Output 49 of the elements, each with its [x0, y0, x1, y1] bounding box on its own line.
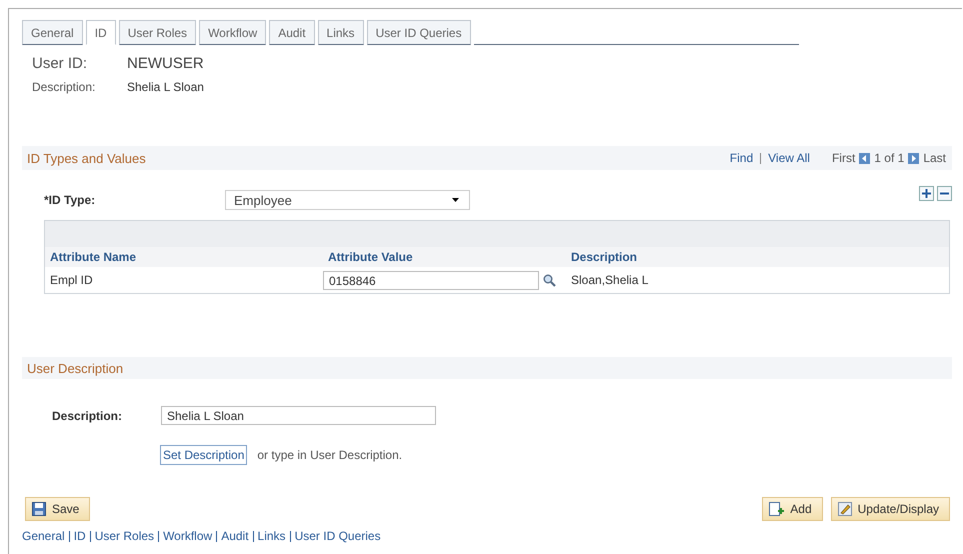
previous-icon	[859, 152, 870, 164]
add-button[interactable]: Add	[762, 497, 823, 521]
plus-icon	[922, 188, 931, 198]
field-label: *ID Type:	[44, 193, 96, 207]
tab[interactable]: ID	[86, 20, 116, 45]
field-label: User ID:	[32, 55, 88, 72]
tab[interactable]: Links	[318, 20, 364, 45]
tab[interactable]: General	[22, 20, 83, 45]
update-display-button[interactable]: Update/Display	[830, 497, 950, 521]
section-title: User Description	[27, 360, 124, 376]
id-type-dropdown[interactable]: Employee	[225, 190, 470, 210]
delete-row-button[interactable]	[937, 186, 952, 200]
pencil-icon	[838, 502, 852, 516]
search-icon	[543, 274, 556, 286]
footer-link[interactable]: Workflow	[163, 529, 212, 543]
attribute-value-field[interactable]: 0158846	[323, 270, 539, 290]
first-label: First	[832, 151, 856, 165]
tab[interactable]: User Roles	[118, 20, 196, 45]
last-label: Last	[923, 151, 946, 165]
table-cell-text: Empl ID	[49, 273, 94, 287]
user-id-value: NEWUSER	[127, 55, 204, 72]
section-title: ID Types and Values	[27, 150, 146, 166]
add-row-button[interactable]	[919, 186, 934, 200]
column-header: Attribute Value	[327, 250, 414, 264]
next-icon	[908, 152, 920, 164]
field-label: Description:	[32, 80, 96, 94]
footer-link[interactable]: ID	[74, 529, 86, 543]
footer-link[interactable]: General	[22, 529, 65, 543]
footer-link[interactable]: Audit	[221, 529, 249, 543]
tab[interactable]: User ID Queries	[366, 20, 471, 45]
footer-link[interactable]: User ID Queries	[294, 529, 381, 543]
tab[interactable]: Audit	[269, 20, 315, 45]
view-all-link[interactable]: View All	[768, 151, 810, 165]
footer-link[interactable]: Links	[258, 529, 286, 543]
save-button[interactable]: Save	[25, 497, 90, 521]
page-count: 1 of 1	[874, 151, 904, 165]
set-description-link[interactable]: Set Description	[160, 445, 248, 465]
description-field[interactable]: Shelia L Sloan	[161, 406, 436, 425]
hint-text: or type in User Description.	[257, 448, 402, 462]
table-cell-text: Sloan,Shelia L	[570, 273, 648, 287]
column-header: Attribute Name	[49, 250, 138, 264]
find-link[interactable]: Find	[730, 151, 754, 165]
column-header: Description	[570, 250, 638, 264]
footer-link[interactable]: User Roles	[94, 529, 154, 543]
dropdown-arrow-icon	[452, 198, 459, 202]
document-plus-icon	[769, 502, 784, 516]
field-label: Description:	[52, 408, 124, 422]
tab[interactable]: Workflow	[199, 20, 266, 45]
description-value: Shelia L Sloan	[127, 80, 204, 94]
